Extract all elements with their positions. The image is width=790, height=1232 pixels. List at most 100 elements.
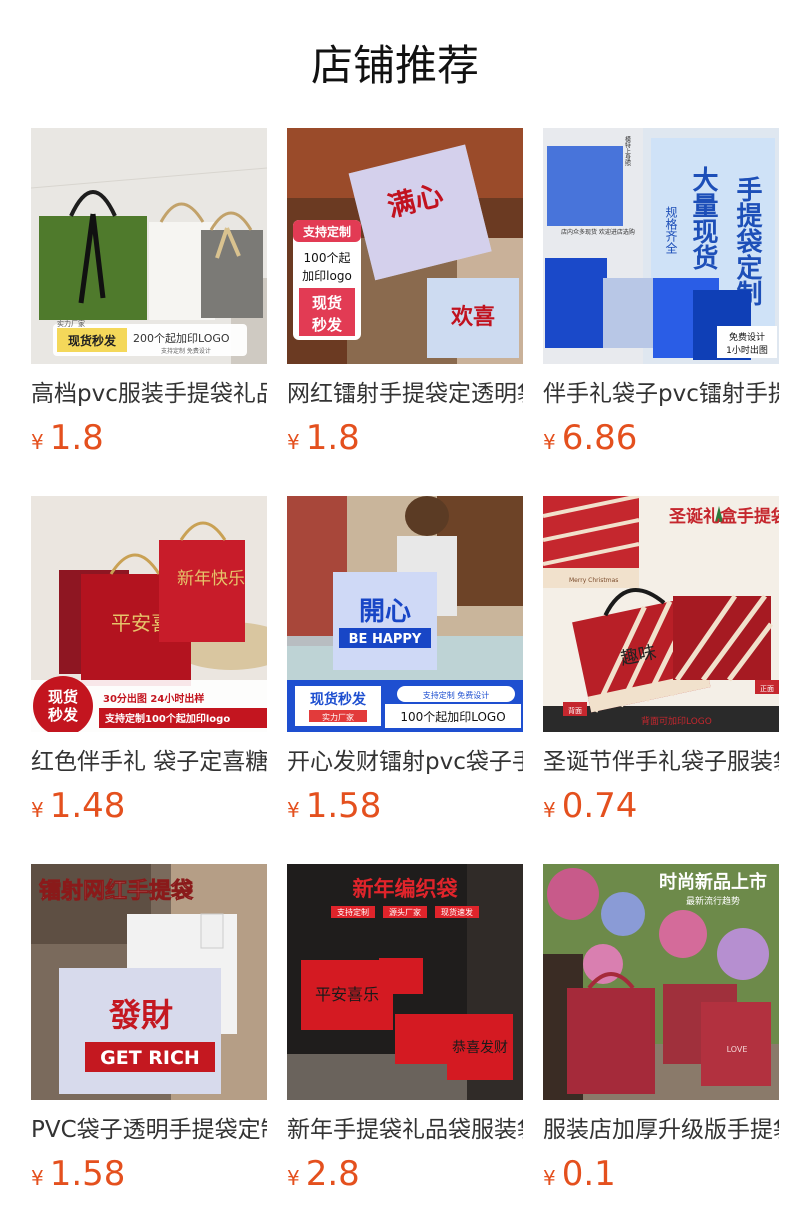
- currency-symbol: ¥: [543, 430, 556, 454]
- product-price: ¥1.58: [287, 784, 381, 828]
- price-amount: 2.8: [305, 1154, 360, 1194]
- product-price: ¥0.74: [543, 784, 637, 828]
- price-amount: 1.58: [49, 1154, 126, 1194]
- product-card[interactable]: 现货秒发 实力厂家 200个起加印LOGO 支持定制 免费设计 高档pvc服装手…: [31, 128, 267, 468]
- svg-text:正面: 正面: [760, 685, 774, 693]
- svg-text:圣诞礼盒手提袋: 圣诞礼盒手提袋: [669, 506, 779, 527]
- price-amount: 1.48: [49, 786, 126, 826]
- price-amount: 1.8: [49, 418, 104, 458]
- product-name[interactable]: 红色伴手礼 袋子定喜糖袋: [31, 744, 267, 780]
- svg-text:镭射网红手提袋: 镭射网红手提袋: [39, 878, 194, 904]
- svg-text:大量现货: 大量现货: [688, 166, 718, 271]
- price-amount: 1.8: [305, 418, 360, 458]
- svg-text:现货秒发: 现货秒发: [310, 691, 367, 708]
- svg-text:1小时出图: 1小时出图: [726, 344, 768, 356]
- svg-text:现货速发: 现货速发: [441, 907, 473, 917]
- svg-text:实力厂家: 实力厂家: [322, 712, 354, 722]
- product-price: ¥1.8: [287, 416, 360, 460]
- svg-text:平安喜乐: 平安喜乐: [315, 985, 379, 1004]
- svg-text:实力厂家: 实力厂家: [57, 319, 85, 328]
- svg-text:GET RICH: GET RICH: [100, 1047, 200, 1069]
- svg-text:模特上身照: 模特上身照: [624, 135, 631, 167]
- svg-text:最新流行趋势: 最新流行趋势: [686, 895, 740, 907]
- product-name[interactable]: 圣诞节伴手礼袋子服装袋: [543, 744, 779, 780]
- currency-symbol: ¥: [31, 1166, 44, 1190]
- svg-text:100个起加印LOGO: 100个起加印LOGO: [400, 710, 505, 724]
- product-price: ¥0.1: [543, 1152, 616, 1196]
- product-image[interactable]: 發財 GET RICH 镭射网红手提袋: [31, 864, 267, 1100]
- product-card[interactable]: 满心 欢喜 支持定制 100个起 加印logo 现货 秒发 网红镭射手提袋定透明…: [287, 128, 523, 468]
- product-price: ¥2.8: [287, 1152, 360, 1196]
- product-card[interactable]: 發財 GET RICH 镭射网红手提袋 PVC袋子透明手提袋定制 ¥1.58: [31, 864, 267, 1204]
- product-name[interactable]: 伴手礼袋子pvc镭射手提袋: [543, 376, 779, 412]
- product-card[interactable]: LOVE 时尚新品上市 最新流行趋势 服装店加厚升级版手提袋 ¥0.1: [543, 864, 779, 1204]
- product-price: ¥6.86: [543, 416, 637, 460]
- svg-text:规格齐全: 规格齐全: [664, 205, 678, 254]
- currency-symbol: ¥: [543, 798, 556, 822]
- product-price: ¥1.8: [31, 416, 104, 460]
- product-image[interactable]: 现货秒发 实力厂家 200个起加印LOGO 支持定制 免费设计: [31, 128, 267, 364]
- product-image[interactable]: 平安喜樂 新年快乐 现货 秒发 30分出图 24小时出样 支持定制100个起加印…: [31, 496, 267, 732]
- product-name[interactable]: 网红镭射手提袋定透明袋: [287, 376, 523, 412]
- svg-text:恭喜发财: 恭喜发财: [452, 1040, 508, 1056]
- svg-text:100个起: 100个起: [304, 251, 351, 265]
- svg-text:新年编织袋: 新年编织袋: [353, 877, 459, 901]
- product-price: ¥1.58: [31, 1152, 125, 1196]
- page-title: 店铺推荐: [310, 41, 479, 90]
- svg-text:现货: 现货: [48, 688, 78, 706]
- svg-text:開心: 開心: [359, 597, 411, 627]
- svg-text:加印logo: 加印logo: [302, 269, 352, 283]
- product-image[interactable]: Merry Christmas 圣诞礼盒手提袋 趣味 正面 背面 背面可加印LO…: [543, 496, 779, 732]
- price-amount: 0.74: [561, 786, 638, 826]
- price-amount: 1.58: [305, 786, 382, 826]
- product-name[interactable]: 新年手提袋礼品袋服装袋: [287, 1112, 523, 1148]
- product-image[interactable]: 手提袋定制 大量现货 规格齐全 店内众多现货 欢迎进店选购 模特上身照 免费设计…: [543, 128, 779, 364]
- product-image[interactable]: 開心 BE HAPPY 现货秒发 实力厂家 支持定制 免费设计 100个起加印L…: [287, 496, 523, 732]
- price-amount: 6.86: [561, 418, 638, 458]
- product-card[interactable]: 新年编织袋 支持定制 源头厂家 现货速发 平安喜乐 恭喜发财 新年手提袋礼品袋服…: [287, 864, 523, 1204]
- svg-text:背面可加印LOGO: 背面可加印LOGO: [641, 715, 712, 727]
- svg-text:支持定制100个起加印logo: 支持定制100个起加印logo: [104, 712, 230, 725]
- svg-text:LOVE: LOVE: [727, 1045, 748, 1054]
- product-name[interactable]: PVC袋子透明手提袋定制: [31, 1112, 267, 1148]
- product-card[interactable]: 開心 BE HAPPY 现货秒发 实力厂家 支持定制 免费设计 100个起加印L…: [287, 496, 523, 836]
- badge-text: 现货秒发: [68, 333, 117, 348]
- product-image[interactable]: 新年编织袋 支持定制 源头厂家 现货速发 平安喜乐 恭喜发财: [287, 864, 523, 1100]
- svg-text:秒发: 秒发: [312, 316, 343, 334]
- currency-symbol: ¥: [287, 430, 300, 454]
- svg-text:BE HAPPY: BE HAPPY: [349, 632, 422, 647]
- currency-symbol: ¥: [287, 798, 300, 822]
- svg-text:支持定制: 支持定制: [302, 224, 351, 239]
- product-card[interactable]: 平安喜樂 新年快乐 现货 秒发 30分出图 24小时出样 支持定制100个起加印…: [31, 496, 267, 836]
- price-amount: 0.1: [561, 1154, 616, 1194]
- product-name[interactable]: 开心发财镭射pvc袋子手提袋: [287, 744, 523, 780]
- svg-text:时尚新品上市: 时尚新品上市: [659, 871, 767, 893]
- svg-text:手提袋定制: 手提袋定制: [732, 176, 763, 306]
- product-image[interactable]: 满心 欢喜 支持定制 100个起 加印logo 现货 秒发: [287, 128, 523, 364]
- svg-text:200个起加印LOGO: 200个起加印LOGO: [133, 332, 230, 345]
- svg-text:30分出图 24小时出样: 30分出图 24小时出样: [103, 692, 204, 705]
- svg-text:背面: 背面: [568, 706, 582, 715]
- currency-symbol: ¥: [31, 798, 44, 822]
- svg-text:现货: 现货: [312, 294, 342, 312]
- svg-text:源头厂家: 源头厂家: [389, 907, 421, 917]
- product-card[interactable]: Merry Christmas 圣诞礼盒手提袋 趣味 正面 背面 背面可加印LO…: [543, 496, 779, 836]
- product-name[interactable]: 高档pvc服装手提袋礼品袋: [31, 376, 267, 412]
- product-name[interactable]: 服装店加厚升级版手提袋: [543, 1112, 779, 1148]
- svg-text:欢喜: 欢喜: [450, 304, 495, 330]
- svg-text:支持定制 免费设计: 支持定制 免费设计: [423, 690, 490, 700]
- svg-text:店内众多现货 欢迎进店选购: 店内众多现货 欢迎进店选购: [561, 228, 635, 236]
- product-image[interactable]: LOVE 时尚新品上市 最新流行趋势: [543, 864, 779, 1100]
- svg-text:發財: 發財: [108, 996, 173, 1034]
- currency-symbol: ¥: [543, 1166, 556, 1190]
- svg-text:免费设计: 免费设计: [729, 331, 765, 343]
- svg-text:Merry Christmas: Merry Christmas: [569, 577, 618, 584]
- svg-text:支持定制: 支持定制: [337, 907, 369, 917]
- svg-text:秒发: 秒发: [48, 706, 79, 724]
- currency-symbol: ¥: [287, 1166, 300, 1190]
- svg-text:新年快乐: 新年快乐: [177, 569, 245, 589]
- product-price: ¥1.48: [31, 784, 125, 828]
- svg-text:支持定制 免费设计: 支持定制 免费设计: [161, 347, 211, 355]
- currency-symbol: ¥: [31, 430, 44, 454]
- product-card[interactable]: 手提袋定制 大量现货 规格齐全 店内众多现货 欢迎进店选购 模特上身照 免费设计…: [543, 128, 779, 468]
